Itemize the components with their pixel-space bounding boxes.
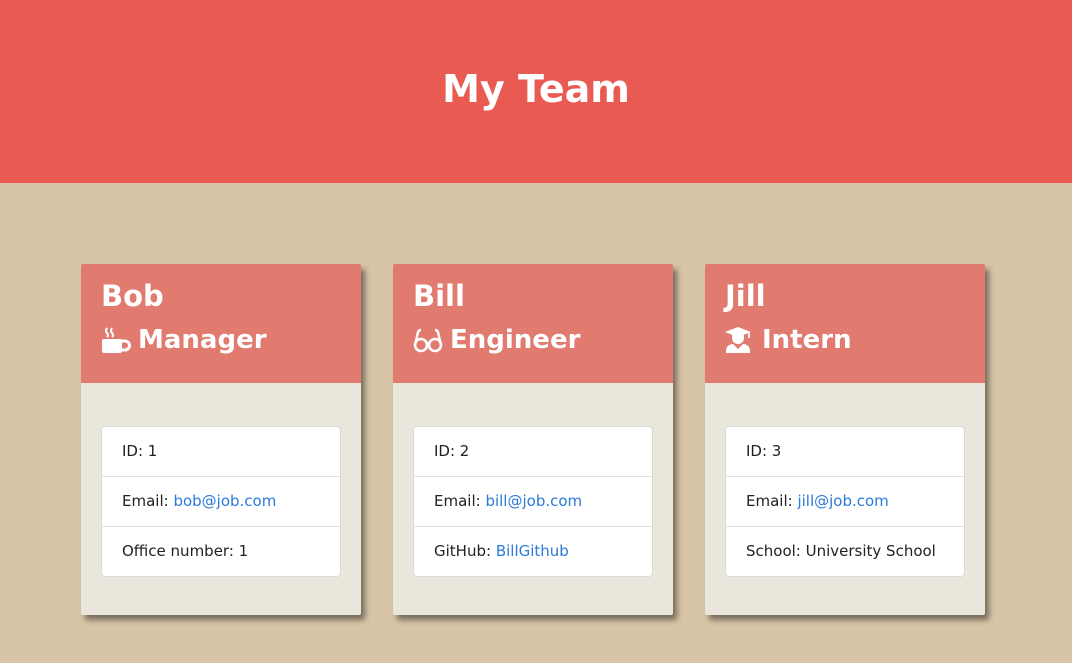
office-number: Office number: 1 — [122, 542, 249, 560]
github-label: GitHub: — [434, 542, 496, 560]
glasses-icon — [413, 328, 443, 353]
employee-name: Bill — [413, 279, 465, 313]
graduate-icon — [725, 327, 751, 353]
email-link[interactable]: jill@job.com — [797, 492, 888, 510]
card-header: Jill Intern — [705, 264, 985, 383]
email-link[interactable]: bob@job.com — [173, 492, 276, 510]
card-header: Bob Manager — [81, 264, 361, 383]
role-label: Engineer — [450, 325, 581, 355]
employee-email-row: Email: bill@job.com — [414, 477, 652, 527]
employee-info-list: ID: 2 Email: bill@job.com GitHub: BillGi… — [413, 426, 653, 577]
role-label: Manager — [138, 325, 267, 355]
employee-info-list: ID: 3 Email: jill@job.com School: Univer… — [725, 426, 965, 577]
employee-email-row: Email: bob@job.com — [102, 477, 340, 527]
role-label: Intern — [762, 325, 852, 355]
page-title: My Team — [442, 66, 630, 111]
employee-id: ID: 1 — [102, 427, 340, 477]
email-link[interactable]: bill@job.com — [485, 492, 582, 510]
school-row: School: University School — [746, 542, 936, 560]
employee-role: Engineer — [413, 324, 653, 356]
email-label: Email: — [122, 492, 174, 510]
employee-card-intern: Jill Intern ID: 3 Email: jill@job.com Sc… — [705, 264, 985, 615]
employee-role: Intern — [725, 324, 965, 356]
page-header: My Team — [0, 0, 1072, 183]
employee-name: Bob — [101, 279, 164, 313]
team-cards: Bob Manager ID: 1 Email: bob@job.com Off… — [0, 183, 1072, 663]
employee-id: ID: 2 — [414, 427, 652, 477]
employee-info-list: ID: 1 Email: bob@job.com Office number: … — [101, 426, 341, 577]
employee-card-manager: Bob Manager ID: 1 Email: bob@job.com Off… — [81, 264, 361, 615]
employee-role: Manager — [101, 324, 341, 356]
email-label: Email: — [434, 492, 486, 510]
employee-email-row: Email: jill@job.com — [726, 477, 964, 527]
mug-icon — [102, 327, 131, 353]
github-link[interactable]: BillGithub — [496, 542, 569, 560]
employee-name: Jill — [725, 279, 766, 313]
email-label: Email: — [746, 492, 798, 510]
employee-id: ID: 3 — [726, 427, 964, 477]
card-header: Bill Engineer — [393, 264, 673, 383]
github-row: GitHub: BillGithub — [414, 527, 652, 576]
employee-card-engineer: Bill Engineer ID: 2 Email: bill@job.com … — [393, 264, 673, 615]
